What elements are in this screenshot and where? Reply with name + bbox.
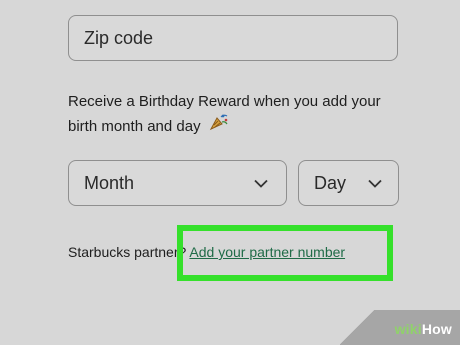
- chevron-down-icon: [368, 173, 382, 194]
- watermark-wiki: wiki: [394, 321, 422, 337]
- chevron-down-icon: [254, 173, 268, 194]
- birth-month-select[interactable]: Month: [68, 160, 287, 206]
- add-partner-number-link[interactable]: Add your partner number: [189, 244, 345, 260]
- zip-code-field[interactable]: Zip code: [68, 15, 398, 61]
- birthday-reward-text: Receive a Birthday Reward when you add y…: [68, 89, 408, 139]
- partner-row: Starbucks partner? Add your partner numb…: [68, 244, 345, 260]
- birth-day-select[interactable]: Day: [298, 160, 399, 206]
- wikihow-watermark: wikiHow: [340, 310, 460, 345]
- partner-prefix-text: Starbucks partner?: [68, 244, 187, 260]
- birth-month-value: Month: [84, 172, 135, 193]
- zip-code-placeholder: Zip code: [84, 27, 154, 48]
- watermark-text: wikiHow: [395, 321, 452, 337]
- watermark-how: How: [421, 321, 452, 337]
- party-popper-icon: [209, 113, 229, 139]
- birth-day-value: Day: [314, 172, 347, 193]
